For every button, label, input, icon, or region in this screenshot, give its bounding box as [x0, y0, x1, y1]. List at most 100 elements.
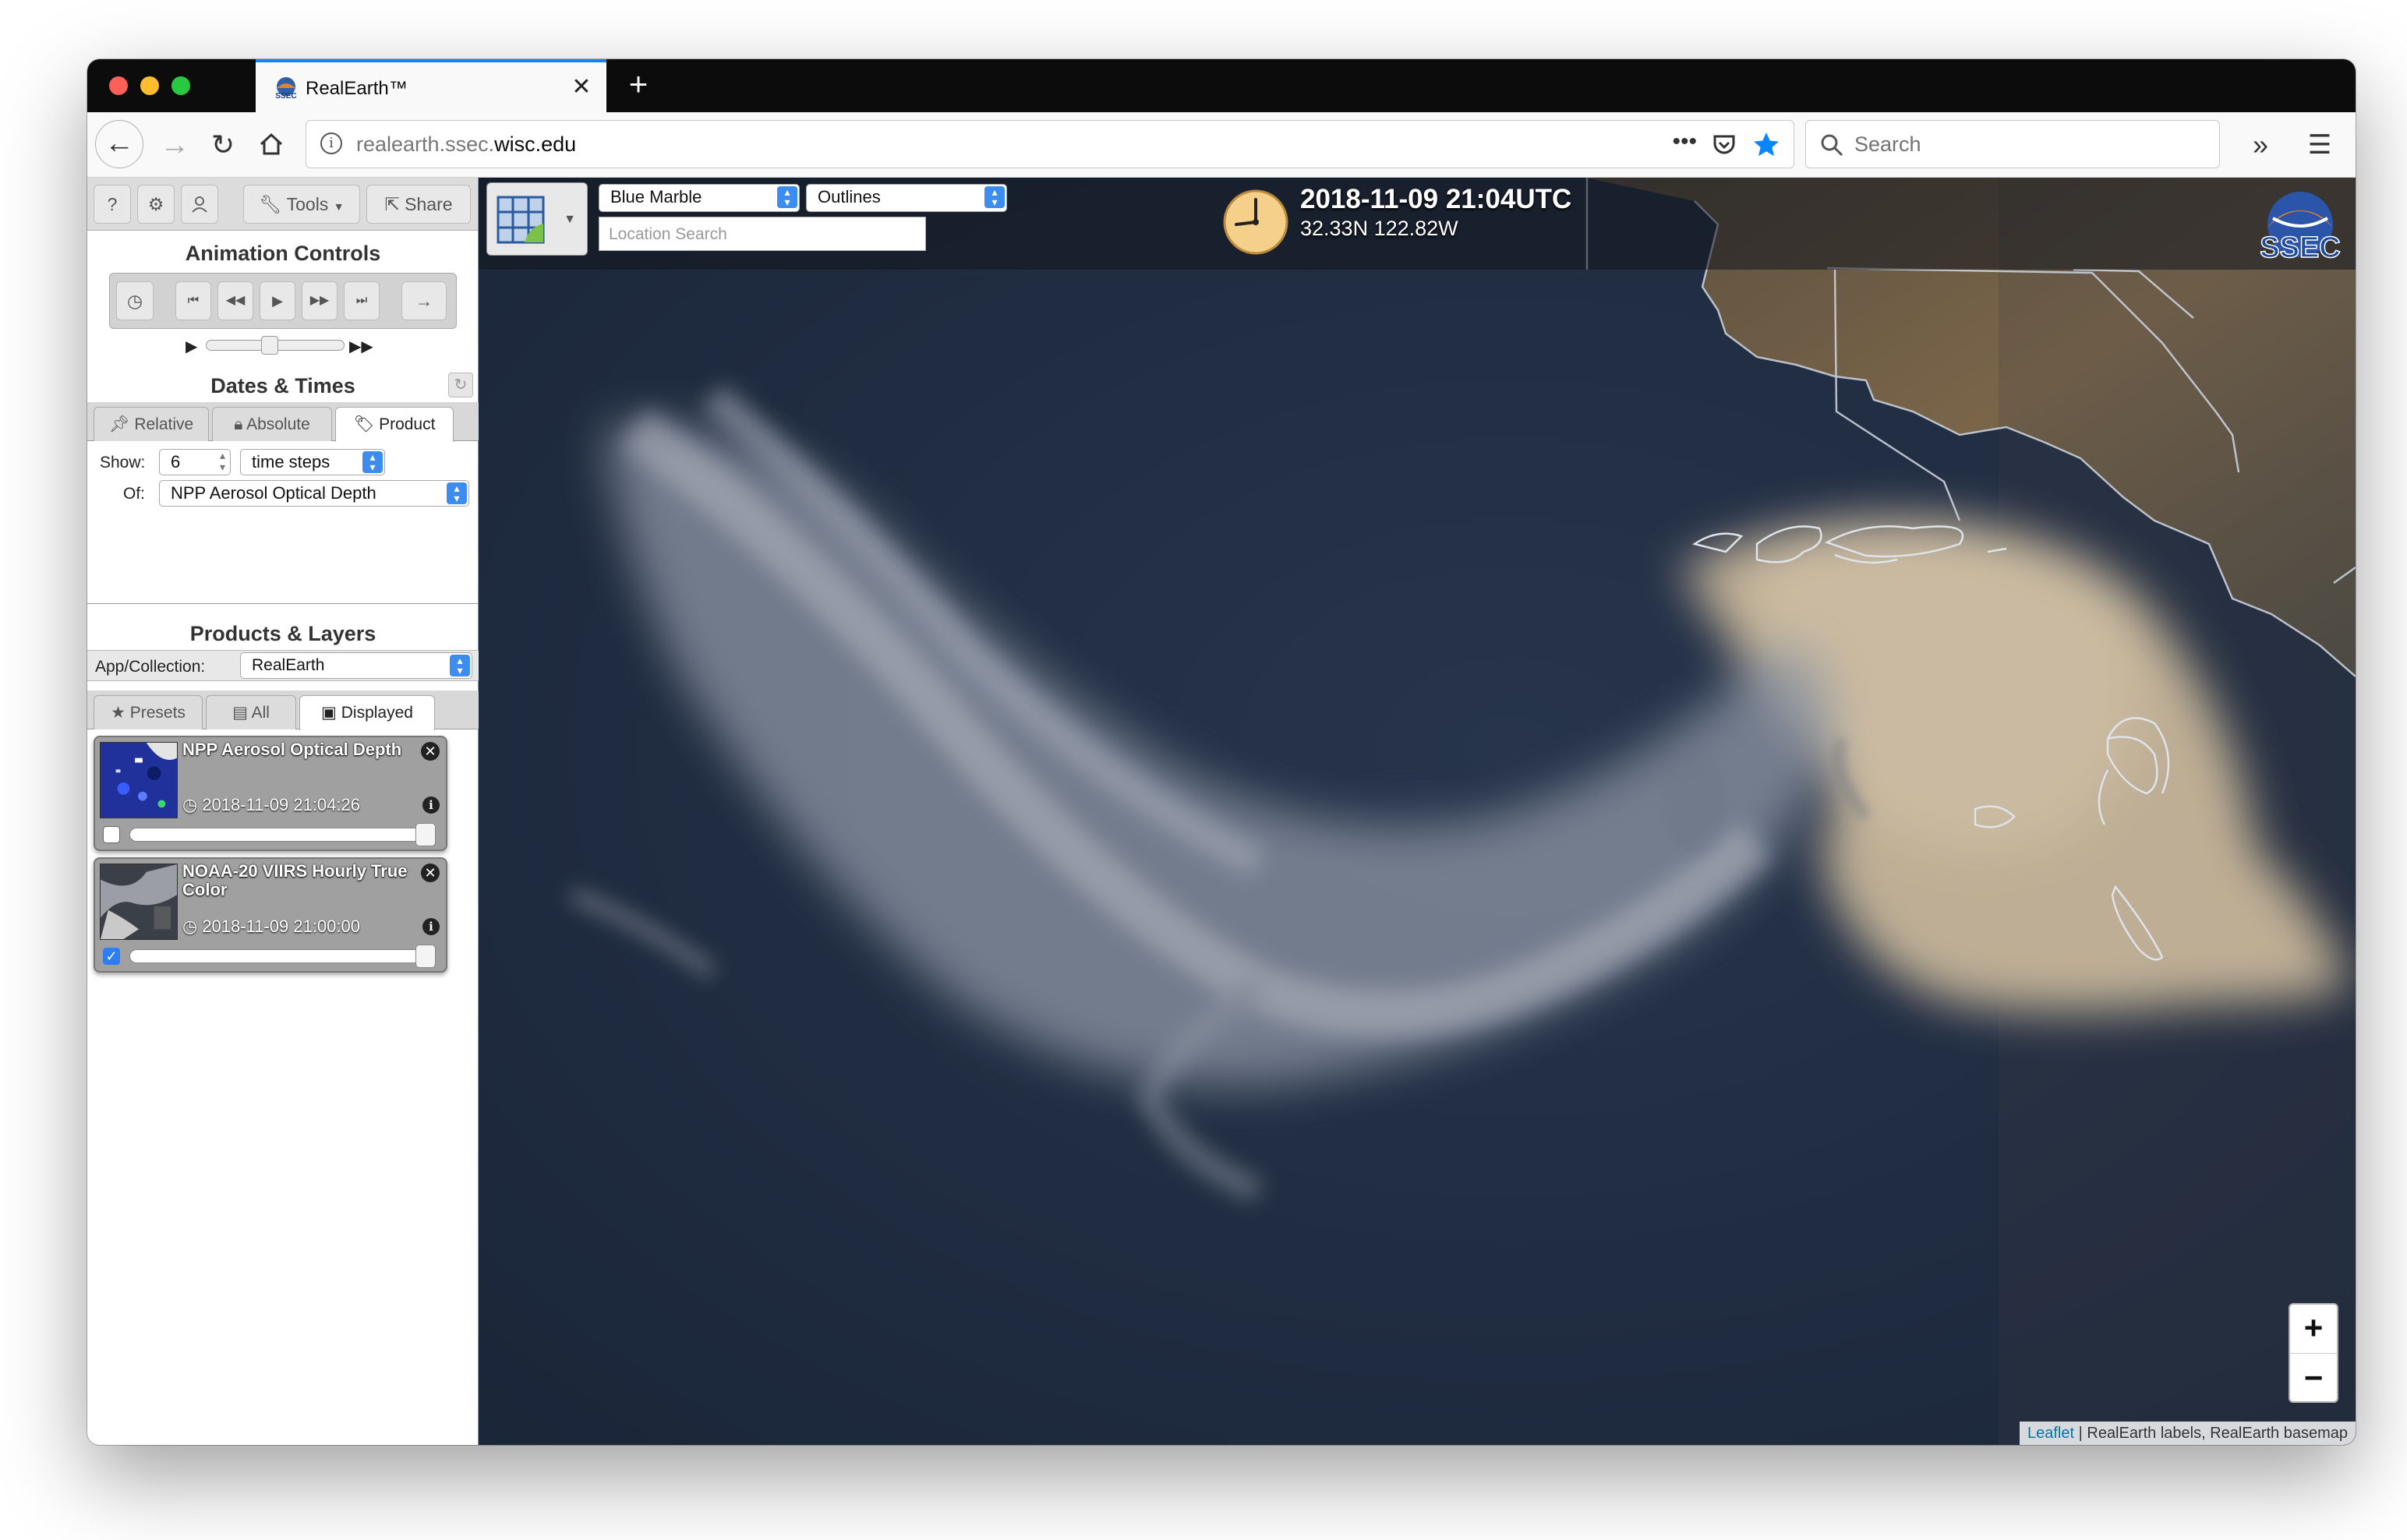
collection-bar: App/Collection: RealEarth ▴ ▾	[87, 650, 479, 681]
show-unit-select[interactable]: time steps ▴ ▾	[240, 449, 385, 475]
sidebar-toolbar: ? ⚙ 🔧︎ Tools ▼ ⇱ Share	[87, 178, 478, 231]
hamburger-menu-icon[interactable]: ☰	[2295, 120, 2345, 170]
select-arrows-icon: ▴ ▾	[777, 186, 797, 208]
basemap-chooser-button[interactable]: ▼	[486, 182, 588, 256]
remove-layer-icon[interactable]: ✕	[421, 742, 440, 761]
browser-tab[interactable]: SSEC RealEarth™ ✕	[256, 59, 606, 112]
datetime-readout: 2018-11-09 21:04UTC 32.33N 122.82W	[1300, 184, 1571, 241]
clock-button[interactable]: ◷	[116, 281, 154, 320]
app-collection-select[interactable]: RealEarth ▴ ▾	[240, 652, 472, 679]
page-actions-icon[interactable]: •••	[1672, 129, 1697, 155]
opacity-slider-handle[interactable]	[415, 945, 436, 968]
sidebar: ? ⚙ 🔧︎ Tools ▼ ⇱ Share Animation Control…	[87, 178, 479, 1445]
reload-icon[interactable]: ↻	[198, 120, 248, 170]
layer-title: NPP Aerosol Optical Depth	[182, 740, 402, 759]
of-label: Of:	[123, 485, 146, 503]
tab-bar: SSEC RealEarth™ ✕ +	[87, 59, 2356, 112]
layer-thumbnail	[100, 864, 178, 940]
star-icon: ★	[111, 704, 130, 722]
svg-text:SSEC: SSEC	[2260, 231, 2340, 264]
close-window-button[interactable]	[109, 76, 128, 95]
last-frame-button[interactable]: ⏭	[344, 281, 380, 320]
search-icon	[1821, 134, 1843, 157]
layer-title: NOAA-20 VIIRS Hourly True Color	[182, 861, 408, 899]
zoom-out-button[interactable]: −	[2290, 1355, 2337, 1404]
remove-layer-icon[interactable]: ✕	[421, 864, 440, 882]
forward-icon[interactable]: →	[150, 120, 200, 170]
layer-visibility-checkbox[interactable]	[103, 826, 120, 843]
overflow-chevrons-icon[interactable]: »	[2236, 120, 2285, 170]
basemap-select[interactable]: Blue Marble ▴ ▾	[599, 184, 800, 212]
overlay-select[interactable]: Outlines ▴ ▾	[806, 184, 1007, 212]
new-tab-icon[interactable]: +	[620, 67, 656, 103]
layer-opacity-slider[interactable]	[129, 945, 436, 968]
tab-displayed[interactable]: ▣ Displayed	[299, 695, 435, 730]
layer-visibility-checkbox[interactable]: ✓	[103, 948, 120, 965]
zoom-control: + −	[2289, 1303, 2338, 1403]
help-button[interactable]: ?	[94, 185, 131, 224]
select-arrows-icon: ▴ ▾	[450, 655, 470, 676]
step-forward-button[interactable]: ▶▶	[302, 281, 338, 320]
speed-slider-handle[interactable]	[261, 336, 278, 355]
speed-slider[interactable]	[206, 336, 345, 355]
layer-info-icon[interactable]: i	[422, 918, 440, 935]
minimize-window-button[interactable]	[140, 76, 159, 95]
folder-icon: ▤	[232, 704, 252, 722]
select-arrows-icon: ▴ ▾	[362, 451, 383, 473]
close-tab-icon[interactable]: ✕	[567, 73, 596, 101]
layer-timestamp: ◷ 2018-11-09 21:04:26	[182, 795, 360, 814]
tab-absolute[interactable]: 🔒︎ Absolute	[212, 407, 332, 441]
search-placeholder: Search	[1854, 132, 1921, 156]
layer-card[interactable]: NOAA-20 VIIRS Hourly True Color ✕ ◷ 2018…	[94, 857, 447, 973]
tab-product[interactable]: 🏷︎ Product	[335, 407, 454, 442]
image-icon: ▣	[321, 704, 341, 722]
date-mode-tabs: 📌︎ Relative 🔒︎ Absolute 🏷︎ Product	[87, 402, 479, 442]
bookmark-star-icon[interactable]	[1751, 130, 1781, 160]
product-select[interactable]: NPP Aerosol Optical Depth ▴ ▾	[159, 480, 469, 507]
leaflet-link[interactable]: Leaflet	[2027, 1425, 2074, 1442]
dates-times-title: Dates & Times	[210, 374, 355, 397]
satellite-imagery	[479, 178, 2356, 1445]
ssec-logo[interactable]: SSEC	[2250, 187, 2351, 265]
caret-down-icon: ▼	[333, 200, 345, 213]
zoom-in-button[interactable]: +	[2290, 1305, 2337, 1354]
stepper-arrows-icon[interactable]: ▴ ▾	[220, 450, 225, 473]
play-button[interactable]: ▶	[260, 281, 295, 320]
pin-icon: 📌︎	[108, 415, 135, 433]
opacity-slider-handle[interactable]	[415, 823, 436, 846]
tab-all[interactable]: ▤ All	[206, 695, 296, 729]
browser-search-field[interactable]: Search	[1805, 120, 2220, 168]
pocket-icon[interactable]	[1711, 132, 1737, 158]
map-coordinates: 32.33N 122.82W	[1300, 217, 1458, 240]
location-search-input[interactable]: Location Search	[599, 217, 926, 251]
home-icon[interactable]	[246, 120, 296, 170]
maximize-window-button[interactable]	[171, 76, 190, 95]
url-bar[interactable]: i realearth.ssec.wisc.edu •••	[306, 120, 1794, 168]
info-icon[interactable]: i	[320, 132, 342, 154]
layer-opacity-slider[interactable]	[129, 823, 436, 846]
url-text[interactable]: realearth.ssec.wisc.edu	[356, 132, 576, 157]
user-button[interactable]	[181, 185, 218, 224]
select-arrows-icon: ▴ ▾	[447, 482, 467, 504]
tools-button[interactable]: 🔧︎ Tools ▼	[243, 185, 360, 224]
tab-title: RealEarth™	[306, 78, 408, 99]
show-count-stepper[interactable]: 6 ▴ ▾	[159, 449, 231, 475]
go-latest-button[interactable]: →	[401, 281, 447, 320]
step-back-button[interactable]: ◀◀	[217, 281, 253, 320]
refresh-icon[interactable]: ↻	[448, 373, 473, 397]
clock-icon: ◷	[182, 917, 203, 936]
settings-button[interactable]: ⚙	[137, 185, 175, 224]
layer-card[interactable]: NPP Aerosol Optical Depth ✕ ◷ 2018-11-09…	[94, 736, 447, 851]
tab-presets[interactable]: ★ Presets	[94, 695, 203, 729]
map-view[interactable]: ▼ Blue Marble ▴ ▾ Outlines ▴ ▾ Location Se…	[479, 178, 2356, 1445]
layer-thumbnail	[100, 742, 178, 818]
back-icon[interactable]: ←	[95, 120, 143, 168]
ssec-favicon-icon: SSEC	[275, 77, 297, 101]
first-frame-button[interactable]: ⏮	[175, 281, 211, 320]
lock-icon: 🔒︎	[234, 415, 247, 433]
wrench-icon: 🔧︎	[259, 194, 282, 214]
location-search-placeholder: Location Search	[609, 225, 727, 243]
tab-relative[interactable]: 📌︎ Relative	[94, 407, 209, 441]
share-button[interactable]: ⇱ Share	[366, 185, 471, 224]
layer-info-icon[interactable]: i	[422, 796, 440, 814]
